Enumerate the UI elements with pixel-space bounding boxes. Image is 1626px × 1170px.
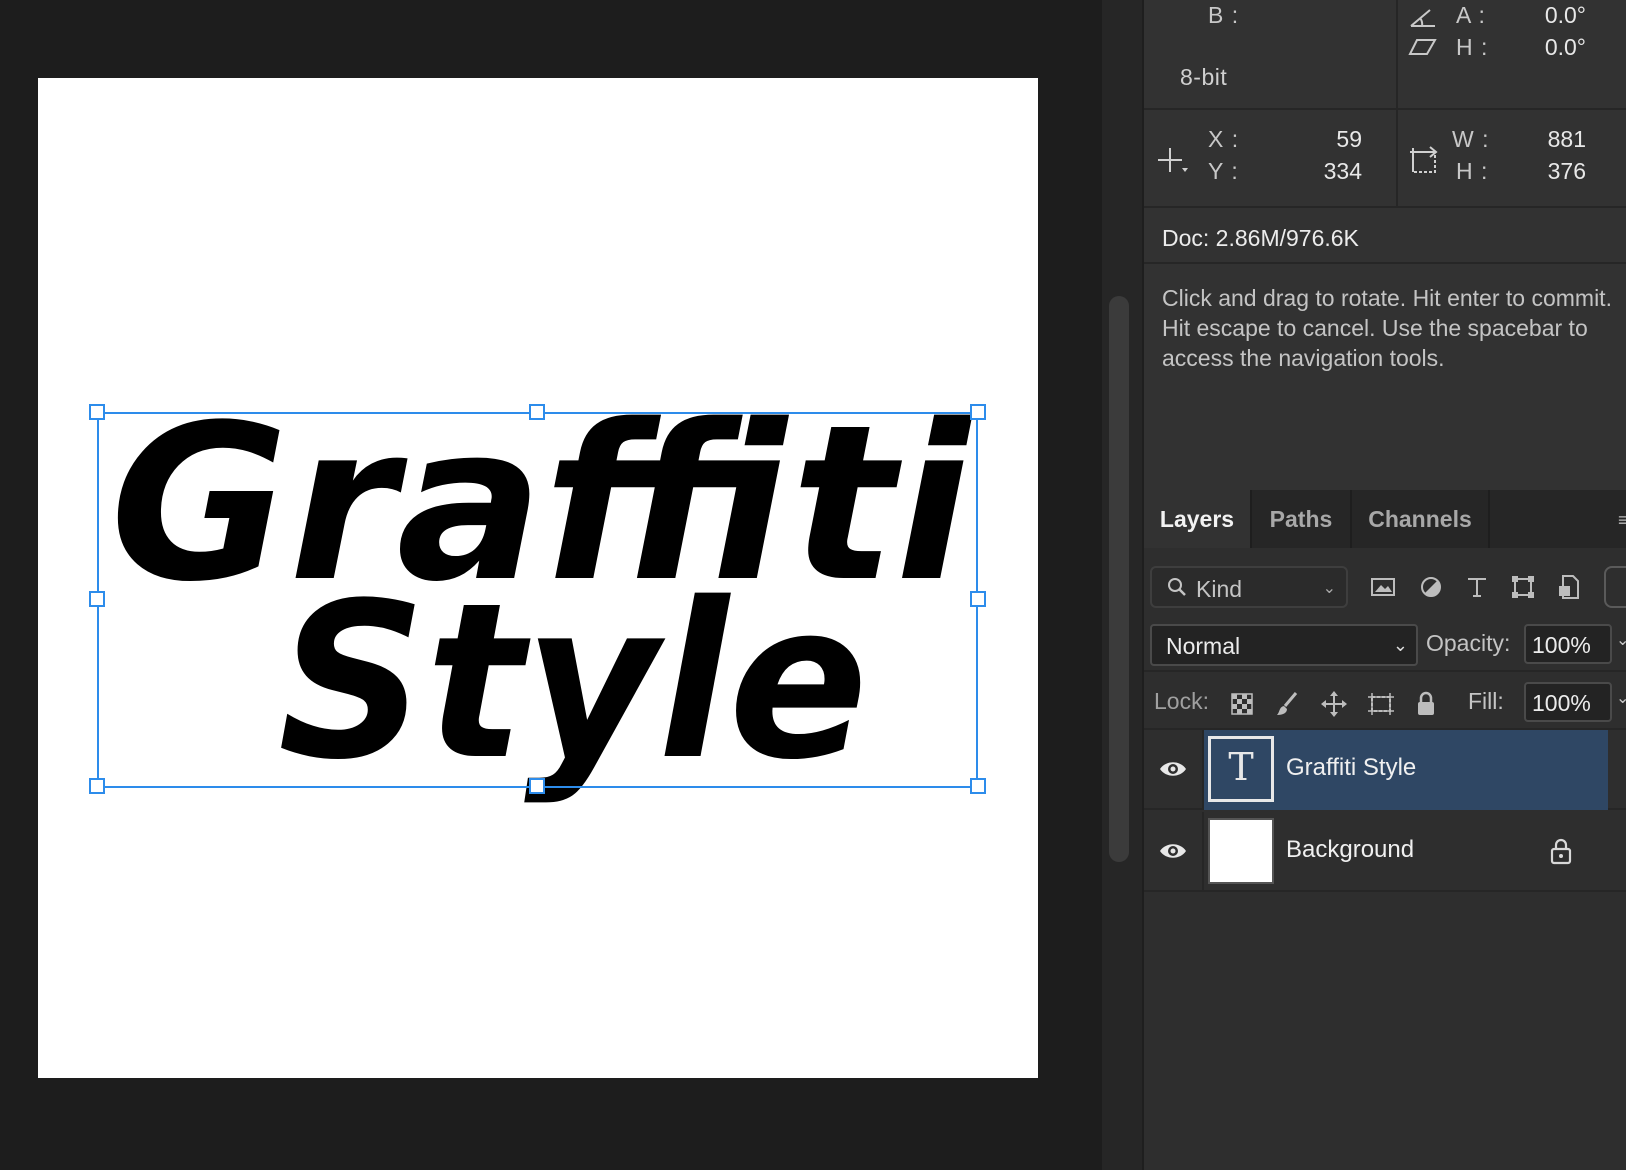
lock-artboard-icon[interactable] [1366, 690, 1396, 720]
x-label: X : [1208, 126, 1240, 152]
lock-transparent-pixels-icon[interactable] [1228, 690, 1258, 720]
right-panel-dock: B : 8-bit A : 0.0° H : 0.0° X : 59 Y : 3… [1142, 0, 1626, 1170]
fill-label: Fill: [1468, 688, 1504, 714]
image-filter-icon[interactable] [1368, 572, 1398, 602]
info-separator-2 [1144, 206, 1626, 208]
adjustment-filter-icon[interactable] [1416, 572, 1446, 602]
w-value: 881 [1547, 126, 1586, 152]
tab-paths[interactable]: Paths [1252, 490, 1352, 548]
lock-icon[interactable] [1548, 836, 1574, 866]
kind-label: Kind [1196, 576, 1243, 602]
transform-handle-top-right[interactable] [970, 404, 986, 420]
text-layer-thumbnail: T [1208, 736, 1274, 802]
transform-handle-bottom-center[interactable] [529, 778, 545, 794]
angle-icon [1408, 4, 1438, 30]
background-layer-thumbnail [1208, 818, 1274, 884]
opacity-input[interactable]: 100% [1524, 624, 1612, 664]
skew-label: H : [1456, 34, 1489, 60]
layer-kind-filter[interactable]: Kind ⌄ [1150, 566, 1348, 608]
chevron-down-icon: ⌄ [1322, 580, 1336, 597]
lock-position-icon[interactable] [1320, 690, 1350, 720]
info-separator-3 [1144, 262, 1626, 264]
lock-label: Lock: [1154, 688, 1209, 714]
tool-hint: Click and drag to rotate. Hit enter to c… [1162, 285, 1612, 371]
layer-row-graffiti-style[interactable]: T Graffiti Style [1144, 730, 1626, 810]
y-label: Y : [1208, 158, 1239, 184]
dimensions-icon [1408, 144, 1440, 178]
row-divider [1202, 812, 1204, 892]
layers-separator [1144, 670, 1626, 672]
tab-channels[interactable]: Channels [1352, 490, 1490, 548]
transform-handle-middle-right[interactable] [970, 591, 986, 607]
opacity-label: Opacity: [1426, 630, 1511, 656]
bit-depth-label: 8-bit [1180, 64, 1228, 90]
fill-value: 100% [1532, 690, 1591, 716]
layers-panel: Layers Paths Channels ≡ Kind ⌄ Normal ⌄ … [1144, 490, 1626, 1170]
transform-bounding-box[interactable] [97, 412, 978, 788]
type-icon: T [1228, 745, 1254, 789]
blend-mode-select[interactable]: Normal ⌄ [1150, 624, 1418, 666]
layer-name[interactable]: Background [1286, 836, 1414, 864]
h-label: H : [1456, 158, 1489, 184]
crosshair-icon [1156, 146, 1190, 178]
document-size: Doc: 2.86M/976.6K [1162, 225, 1359, 251]
layer-name[interactable]: Graffiti Style [1286, 754, 1416, 782]
info-separator-1 [1144, 108, 1626, 110]
panel-menu-icon[interactable]: ≡ [1618, 510, 1626, 531]
search-icon [1166, 576, 1188, 604]
lock-all-icon[interactable] [1412, 690, 1442, 720]
lock-image-pixels-icon[interactable] [1274, 690, 1304, 720]
blend-mode-value: Normal [1166, 633, 1241, 659]
row-divider [1202, 730, 1204, 810]
skew-icon [1408, 36, 1438, 58]
vertical-scrollbar-thumb[interactable] [1109, 296, 1129, 862]
info-divider-2 [1396, 110, 1398, 206]
opacity-chevron-icon[interactable]: ⌄ [1616, 630, 1626, 650]
angle-label: A : [1456, 2, 1486, 28]
layer-row-background[interactable]: Background [1144, 812, 1626, 892]
transform-handle-middle-left[interactable] [89, 591, 105, 607]
document-workspace[interactable]: Graffiti Style [0, 0, 1100, 1170]
y-value: 334 [1323, 158, 1362, 184]
chevron-down-icon: ⌄ [1392, 635, 1408, 655]
filter-toggle[interactable] [1604, 566, 1626, 608]
x-value: 59 [1336, 126, 1362, 152]
fill-input[interactable]: 100% [1524, 682, 1612, 722]
w-label: W : [1452, 126, 1490, 152]
fill-chevron-icon[interactable]: ⌄ [1616, 688, 1626, 708]
skew-value: 0.0° [1544, 34, 1586, 60]
panel-tabs: Layers Paths Channels ≡ [1144, 490, 1626, 548]
angle-value: 0.0° [1544, 2, 1586, 28]
b-label: B : [1208, 2, 1240, 28]
eye-icon[interactable] [1158, 838, 1188, 864]
h-value: 376 [1547, 158, 1586, 184]
transform-handle-top-center[interactable] [529, 404, 545, 420]
transform-handle-bottom-right[interactable] [970, 778, 986, 794]
info-divider [1396, 0, 1398, 108]
opacity-value: 100% [1532, 632, 1591, 658]
tab-layers[interactable]: Layers [1144, 490, 1252, 548]
transform-handle-top-left[interactable] [89, 404, 105, 420]
info-panel: B : 8-bit A : 0.0° H : 0.0° X : 59 Y : 3… [1144, 0, 1626, 486]
smart-object-filter-icon[interactable] [1554, 572, 1584, 602]
transform-handle-bottom-left[interactable] [89, 778, 105, 794]
type-filter-icon[interactable] [1462, 572, 1492, 602]
document-canvas[interactable]: Graffiti Style [38, 78, 1038, 1078]
shape-filter-icon[interactable] [1508, 572, 1538, 602]
eye-icon[interactable] [1158, 756, 1188, 782]
